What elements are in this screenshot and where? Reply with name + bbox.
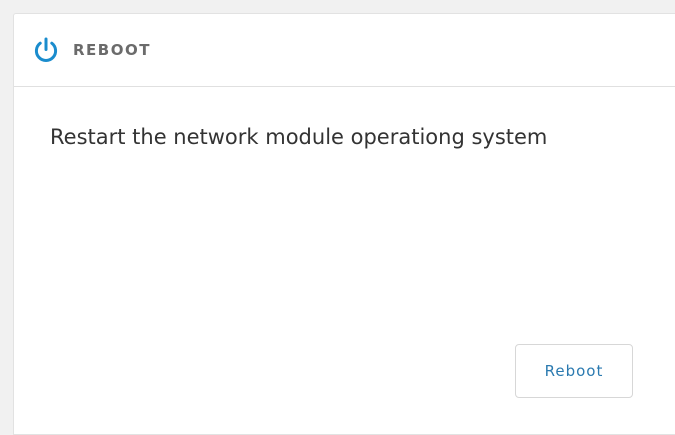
reboot-description: Restart the network module operationg sy… (50, 125, 548, 149)
panel-header: REBOOT (14, 14, 675, 87)
panel-body: Restart the network module operationg sy… (14, 87, 675, 149)
reboot-button[interactable]: Reboot (515, 344, 633, 398)
power-icon (32, 36, 60, 64)
panel-title: REBOOT (73, 41, 151, 59)
